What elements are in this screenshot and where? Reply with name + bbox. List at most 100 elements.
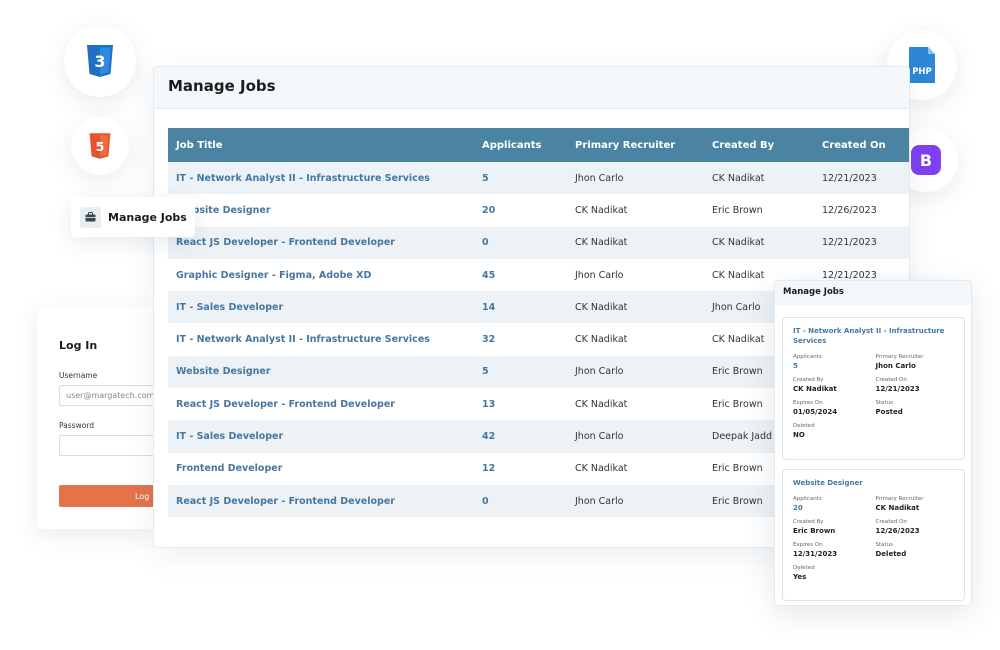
table-row[interactable]: React JS Developer - Frontend Developer 0… xyxy=(168,226,909,259)
panel-header: Manage Jobs xyxy=(154,67,909,109)
field-label: Created On xyxy=(875,519,907,525)
chip-label: Manage Jobs xyxy=(108,210,187,224)
job-card-field: Created By Eric Brown xyxy=(793,518,872,536)
primary-recruiter-cell: CK Nadikat xyxy=(575,334,628,346)
briefcase-icon xyxy=(80,206,101,228)
field-value: NO xyxy=(793,431,805,439)
login-title: Log In xyxy=(59,339,98,352)
username-input[interactable] xyxy=(59,385,153,406)
column-header-job-title[interactable]: Job Title xyxy=(168,128,474,162)
applicants-cell: 14 xyxy=(482,301,496,313)
manage-jobs-chip[interactable]: Manage Jobs xyxy=(71,197,195,237)
job-title-cell[interactable]: Frontend Developer xyxy=(168,453,474,485)
field-label: Expires On xyxy=(793,400,823,406)
job-title-cell[interactable]: Website Designer xyxy=(168,194,474,226)
field-value: 20 xyxy=(793,504,803,512)
field-label: Applicants xyxy=(793,354,822,360)
login-button[interactable]: Log xyxy=(59,485,153,507)
field-value: CK Nadikat xyxy=(875,504,920,512)
job-card-field: Expires On 01/05/2024 xyxy=(793,399,872,417)
job-card-field: Applicants 5 xyxy=(793,353,872,371)
bootstrap-icon: B xyxy=(911,145,941,175)
svg-text:3: 3 xyxy=(94,52,105,71)
created-on-cell: 12/26/2023 xyxy=(822,204,877,216)
field-label: Status xyxy=(875,542,894,548)
column-header-applicants[interactable]: Applicants xyxy=(474,128,567,162)
applicants-cell: 0 xyxy=(482,495,489,507)
primary-recruiter-cell: CK Nadikat xyxy=(575,301,628,313)
created-by-cell: CK Nadikat xyxy=(712,237,765,249)
job-card[interactable]: Website Designer Applicants 20 Primary Recr… xyxy=(782,469,965,601)
job-card[interactable]: IT - Network Analyst II - Infrastructure… xyxy=(782,317,965,460)
table-row[interactable]: IT - Network Analyst II - Infrastructure… xyxy=(168,162,909,195)
job-card-field: Deleted NO xyxy=(793,422,872,440)
job-title-cell[interactable]: React JS Developer - Frontend Developer xyxy=(168,388,474,420)
job-card-field: Expires On 12/31/2023 xyxy=(793,541,872,559)
job-card-field: Primary Recruiter CK Nadikat xyxy=(876,495,955,513)
primary-recruiter-cell: CK Nadikat xyxy=(575,398,628,410)
job-card-field: Status Posted xyxy=(876,399,955,417)
applicants-cell: 32 xyxy=(482,334,496,346)
field-label: Created On xyxy=(875,377,907,383)
field-value: 12/26/2023 xyxy=(875,527,920,535)
applicants-cell: 12 xyxy=(482,463,496,475)
job-card-field: Deleted Yes xyxy=(793,564,872,582)
field-value: Posted xyxy=(875,408,903,416)
svg-text:PHP: PHP xyxy=(912,67,932,77)
field-label: Status xyxy=(875,400,894,406)
field-value: CK Nadikat xyxy=(793,385,837,393)
job-title-cell[interactable]: React JS Developer - Frontend Developer xyxy=(168,485,474,517)
php-file-icon: PHP xyxy=(909,47,935,83)
field-value: Jhon Carlo xyxy=(875,362,916,370)
column-header-primary-recruiter[interactable]: Primary Recruiter xyxy=(567,128,704,162)
created-by-cell: Eric Brown xyxy=(712,204,763,216)
job-title-cell[interactable]: Graphic Designer - Figma, Adobe XD xyxy=(168,259,474,291)
username-label: Username xyxy=(59,371,98,380)
column-header-created-by[interactable]: Created By xyxy=(704,128,814,162)
css3-icon: 3 xyxy=(87,45,113,77)
field-label: Primary Recruiter xyxy=(875,496,924,502)
field-label: Created By xyxy=(793,519,824,525)
password-input[interactable] xyxy=(59,435,153,456)
applicants-cell: 20 xyxy=(482,204,496,216)
html5-badge: 5 xyxy=(71,117,129,175)
field-value: 12/21/2023 xyxy=(875,385,920,393)
job-card-field: Applicants 20 xyxy=(793,495,872,513)
applicants-cell: 5 xyxy=(482,172,489,184)
primary-recruiter-cell: Jhon Carlo xyxy=(575,366,624,378)
job-card-title[interactable]: Website Designer xyxy=(793,478,954,488)
field-value: Eric Brown xyxy=(793,527,836,535)
column-header-created-on[interactable]: Created On xyxy=(814,128,909,162)
applicants-cell: 45 xyxy=(482,269,496,281)
field-label: Applicants xyxy=(793,496,822,502)
field-value: Yes xyxy=(793,573,807,581)
primary-recruiter-cell: Jhon Carlo xyxy=(575,172,624,184)
job-title-cell[interactable]: React JS Developer - Frontend Developer xyxy=(168,227,474,259)
primary-recruiter-cell: CK Nadikat xyxy=(575,237,628,249)
job-title-cell[interactable]: IT - Network Analyst II - Infrastructure… xyxy=(168,323,474,355)
primary-recruiter-cell: Jhon Carlo xyxy=(575,269,624,281)
job-title-cell[interactable]: IT - Sales Developer xyxy=(168,420,474,452)
applicants-cell: 5 xyxy=(482,366,489,378)
table-header-row: Job Title Applicants Primary Recruiter C… xyxy=(168,128,909,162)
job-card-field: Created On 12/21/2023 xyxy=(876,376,955,394)
applicants-cell: 13 xyxy=(482,398,496,410)
field-label: Deleted xyxy=(793,423,815,429)
login-card: Log In Username Password Log xyxy=(37,307,153,529)
created-on-cell: 12/21/2023 xyxy=(822,237,877,249)
primary-recruiter-cell: Jhon Carlo xyxy=(575,495,624,507)
job-title-cell[interactable]: Website Designer xyxy=(168,356,474,388)
job-title-cell[interactable]: IT - Network Analyst II - Infrastructure… xyxy=(168,162,474,194)
job-card-field: Primary Recruiter Jhon Carlo xyxy=(876,353,955,371)
html5-icon: 5 xyxy=(89,133,111,159)
created-on-cell: 12/21/2023 xyxy=(822,172,877,184)
created-by-cell: CK Nadikat xyxy=(712,172,765,184)
job-title-cell[interactable]: IT - Sales Developer xyxy=(168,291,474,323)
field-value: 12/31/2023 xyxy=(793,550,838,558)
table-row[interactable]: Website Designer 20 CK Nadikat Eric Brown 12… xyxy=(168,194,909,227)
svg-text:B: B xyxy=(920,151,932,170)
job-card-field: Created By CK Nadikat xyxy=(793,376,872,394)
job-card-title[interactable]: IT - Network Analyst II - Infrastructure… xyxy=(793,326,954,346)
field-value: 5 xyxy=(793,362,798,370)
svg-text:5: 5 xyxy=(96,140,105,155)
